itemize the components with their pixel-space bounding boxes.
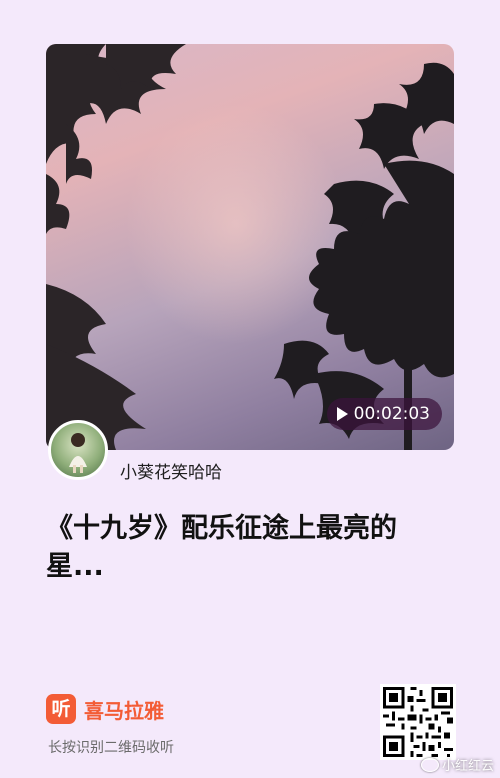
avatar[interactable] <box>48 420 108 480</box>
wechat-icon <box>420 757 439 772</box>
track-title: 《十九岁》配乐征途上最亮的星... <box>46 513 397 582</box>
duration-text: 00:02:03 <box>353 404 430 424</box>
brand-logo: 听 喜马拉雅 <box>46 694 164 724</box>
watermark-text: 小红红云 <box>441 759 494 774</box>
brand-name: 喜马拉雅 <box>84 698 164 723</box>
duration-badge[interactable]: 00:02:03 <box>326 398 442 430</box>
avatar-image <box>69 433 87 473</box>
scan-hint: 长按识别二维码收听 <box>48 740 174 756</box>
ximalaya-app-icon: 听 <box>46 694 76 724</box>
uploader-name[interactable]: 小葵花笑哈哈 <box>120 458 222 483</box>
qr-code-icon <box>380 684 456 760</box>
play-icon[interactable] <box>336 407 348 421</box>
watermark: 小红红云 <box>420 755 494 774</box>
qr-code[interactable] <box>380 684 456 760</box>
cover-image[interactable]: 00:02:03 <box>46 44 454 450</box>
